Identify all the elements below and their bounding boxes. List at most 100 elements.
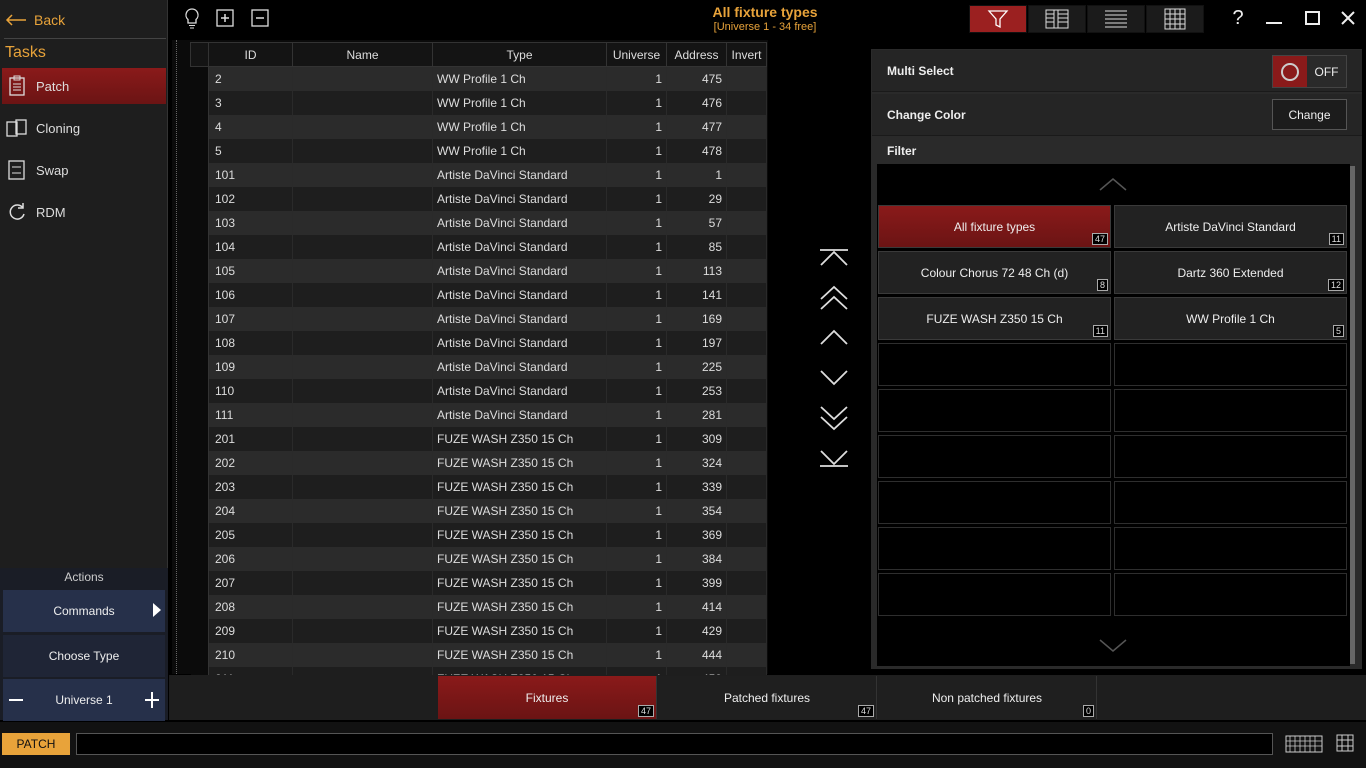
table-row[interactable]: 205 FUZE WASH Z350 15 Ch 1 369 xyxy=(190,522,767,547)
up-icon[interactable] xyxy=(813,322,855,354)
scroll-top-icon[interactable] xyxy=(813,242,855,274)
table-row[interactable]: 5 WW Profile 1 Ch 1 478 xyxy=(190,138,767,163)
multi-select-toggle[interactable]: OFF xyxy=(1272,55,1347,88)
table-row[interactable]: 209 FUZE WASH Z350 15 Ch 1 429 xyxy=(190,618,767,643)
plus-icon[interactable] xyxy=(145,692,159,708)
cell-id: 108 xyxy=(208,330,293,355)
filter-dartz-360[interactable]: Dartz 360 Extended 12 xyxy=(1114,251,1347,294)
keypad-icon[interactable] xyxy=(1336,734,1354,752)
row-handle xyxy=(190,522,209,547)
column-header-id[interactable]: ID xyxy=(208,42,293,67)
choose-type-button[interactable]: Choose Type xyxy=(3,635,165,677)
column-header-address[interactable]: Address xyxy=(666,42,727,67)
page-up-icon[interactable] xyxy=(813,282,855,314)
table-row[interactable]: 3 WW Profile 1 Ch 1 476 xyxy=(190,90,767,115)
filter-view-button[interactable] xyxy=(969,5,1027,33)
minus-icon[interactable] xyxy=(9,699,23,701)
table-row[interactable]: 102 Artiste DaVinci Standard 1 29 xyxy=(190,186,767,211)
help-button[interactable]: ? xyxy=(1224,6,1252,30)
close-button[interactable] xyxy=(1334,6,1362,30)
filter-ww-profile[interactable]: WW Profile 1 Ch 5 xyxy=(1114,297,1347,340)
back-button[interactable]: Back xyxy=(4,8,164,32)
lightbulb-icon[interactable] xyxy=(180,6,204,30)
cell-type: FUZE WASH Z350 15 Ch xyxy=(432,522,607,547)
task-swap[interactable]: Swap xyxy=(2,152,166,188)
tab-fixtures[interactable]: Fixtures 47 xyxy=(438,676,657,719)
keyboard-icon[interactable] xyxy=(1285,735,1323,753)
table-row[interactable]: 201 FUZE WASH Z350 15 Ch 1 309 xyxy=(190,426,767,451)
filter-artiste-davinci[interactable]: Artiste DaVinci Standard 11 xyxy=(1114,205,1347,248)
tab-non-patched-fixtures[interactable]: Non patched fixtures 0 xyxy=(878,676,1097,719)
cell-name xyxy=(292,642,433,667)
table-row[interactable]: 208 FUZE WASH Z350 15 Ch 1 414 xyxy=(190,594,767,619)
table-row[interactable]: 109 Artiste DaVinci Standard 1 225 xyxy=(190,354,767,379)
row-handle xyxy=(190,450,209,475)
filter-scrollbar[interactable] xyxy=(1350,166,1355,664)
cell-universe: 1 xyxy=(606,642,667,667)
filter-empty-slot xyxy=(878,527,1111,570)
column-header-universe[interactable]: Universe xyxy=(606,42,667,67)
filter-fuze-wash[interactable]: FUZE WASH Z350 15 Ch 11 xyxy=(878,297,1111,340)
cell-universe: 1 xyxy=(606,522,667,547)
table-row[interactable]: 210 FUZE WASH Z350 15 Ch 1 444 xyxy=(190,642,767,667)
cell-invert xyxy=(726,594,767,619)
cell-address: 169 xyxy=(666,306,727,331)
cell-invert xyxy=(726,642,767,667)
cell-name xyxy=(292,498,433,523)
minimize-button[interactable] xyxy=(1260,6,1288,30)
cell-name xyxy=(292,138,433,163)
list-view-button[interactable] xyxy=(1087,5,1145,33)
filter-all-fixture-types[interactable]: All fixture types 47 xyxy=(878,205,1111,248)
maximize-button[interactable] xyxy=(1298,6,1326,30)
column-header-type[interactable]: Type xyxy=(432,42,607,67)
down-icon[interactable] xyxy=(813,362,855,394)
page-subtitle: [Universe 1 - 34 free] xyxy=(713,21,817,33)
task-cloning[interactable]: Cloning xyxy=(2,110,166,146)
commands-button[interactable]: Commands xyxy=(3,590,165,632)
collapse-icon[interactable] xyxy=(248,6,272,30)
table-row[interactable]: 110 Artiste DaVinci Standard 1 253 xyxy=(190,378,767,403)
cell-universe: 1 xyxy=(606,426,667,451)
column-header-invert[interactable]: Invert xyxy=(726,42,767,67)
table-row[interactable]: 204 FUZE WASH Z350 15 Ch 1 354 xyxy=(190,498,767,523)
task-rdm[interactable]: RDM xyxy=(2,194,166,230)
cell-type: FUZE WASH Z350 15 Ch xyxy=(432,594,607,619)
scroll-bottom-icon[interactable] xyxy=(813,442,855,474)
filter-scroll-up-icon[interactable] xyxy=(1098,176,1128,192)
table-row[interactable]: 105 Artiste DaVinci Standard 1 113 xyxy=(190,258,767,283)
task-patch[interactable]: Patch xyxy=(2,68,166,104)
command-input[interactable] xyxy=(76,733,1273,755)
cell-id: 210 xyxy=(208,642,293,667)
filter-colour-chorus[interactable]: Colour Chorus 72 48 Ch (d) 8 xyxy=(878,251,1111,294)
columns-view-button[interactable] xyxy=(1028,5,1086,33)
cell-universe: 1 xyxy=(606,450,667,475)
table-row[interactable]: 207 FUZE WASH Z350 15 Ch 1 399 xyxy=(190,570,767,595)
change-button[interactable]: Change xyxy=(1272,99,1347,130)
table-row[interactable]: 202 FUZE WASH Z350 15 Ch 1 324 xyxy=(190,450,767,475)
table-row[interactable]: 104 Artiste DaVinci Standard 1 85 xyxy=(190,234,767,259)
table-row[interactable]: 111 Artiste DaVinci Standard 1 281 xyxy=(190,402,767,427)
table-row[interactable]: 203 FUZE WASH Z350 15 Ch 1 339 xyxy=(190,474,767,499)
filter-label: FUZE WASH Z350 15 Ch xyxy=(926,311,1063,326)
column-header-name[interactable]: Name xyxy=(292,42,433,67)
table-row[interactable]: 108 Artiste DaVinci Standard 1 197 xyxy=(190,330,767,355)
filter-scroll-down-icon[interactable] xyxy=(1098,638,1128,654)
table-row[interactable]: 103 Artiste DaVinci Standard 1 57 xyxy=(190,210,767,235)
tab-patched-fixtures[interactable]: Patched fixtures 47 xyxy=(658,676,877,719)
cell-name xyxy=(292,90,433,115)
table-row[interactable]: 4 WW Profile 1 Ch 1 477 xyxy=(190,114,767,139)
cell-universe: 1 xyxy=(606,354,667,379)
table-row[interactable]: 106 Artiste DaVinci Standard 1 141 xyxy=(190,282,767,307)
grid-view-button[interactable] xyxy=(1146,5,1204,33)
sidebar-divider xyxy=(4,38,166,39)
table-row[interactable]: 101 Artiste DaVinci Standard 1 1 xyxy=(190,162,767,187)
table-row[interactable]: 2 WW Profile 1 Ch 1 475 xyxy=(190,66,767,91)
page-down-icon[interactable] xyxy=(813,402,855,434)
table-row[interactable]: 107 Artiste DaVinci Standard 1 169 xyxy=(190,306,767,331)
table-row[interactable]: 206 FUZE WASH Z350 15 Ch 1 384 xyxy=(190,546,767,571)
expand-icon[interactable] xyxy=(213,6,237,30)
filter-empty-slot xyxy=(878,389,1111,432)
cell-id: 5 xyxy=(208,138,293,163)
cell-id: 209 xyxy=(208,618,293,643)
maximize-icon xyxy=(1304,11,1320,25)
